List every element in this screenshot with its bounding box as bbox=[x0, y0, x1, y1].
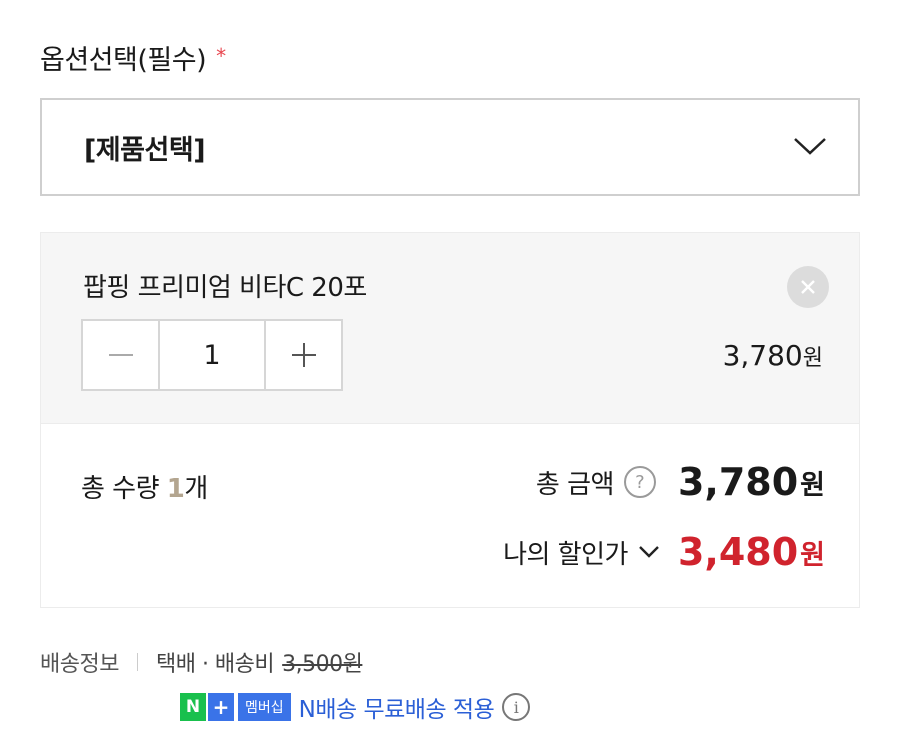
quantity-value[interactable]: 1 bbox=[158, 321, 266, 389]
total-quantity: 총 수량 1개 bbox=[81, 468, 208, 505]
total-amount-currency: 원 bbox=[800, 469, 825, 501]
product-select-value: [제품선택] bbox=[84, 134, 206, 166]
total-amount-value: 3,780 bbox=[677, 460, 799, 504]
minus-icon bbox=[108, 354, 133, 356]
plus-badge: + bbox=[208, 693, 234, 721]
item-price-value: 3,780 bbox=[722, 339, 803, 372]
total-qty-unit: 개 bbox=[184, 474, 208, 504]
info-icon[interactable]: i bbox=[502, 693, 531, 721]
chevron-down-icon bbox=[639, 546, 659, 558]
total-qty-value: 1 bbox=[166, 474, 185, 504]
naver-membership-badge: N + 멤버십 bbox=[180, 693, 291, 721]
shipping-method: 택배 · 배송비 bbox=[155, 652, 275, 677]
n-delivery-row: N + 멤버십 N배송 무료배송 적용 i bbox=[180, 690, 531, 724]
plus-icon bbox=[291, 343, 316, 367]
help-icon[interactable]: ? bbox=[623, 466, 656, 498]
quantity-stepper: 1 bbox=[81, 319, 343, 391]
increase-quantity-button[interactable] bbox=[266, 321, 341, 389]
product-select-dropdown[interactable]: [제품선택] bbox=[40, 98, 860, 196]
required-mark: * bbox=[216, 44, 226, 68]
n-badge: N bbox=[180, 693, 206, 721]
total-amount-label: 총 금액 bbox=[535, 469, 615, 500]
item-price: 3,780원 bbox=[723, 339, 823, 372]
order-total-card: 총 수량 1개 총 금액 ? 3,780 원 나의 할인가 3,480 원 bbox=[40, 424, 860, 608]
selected-item-card: 팝핑 프리미엄 비타C 20포 1 3,780원 bbox=[40, 232, 860, 424]
shipping-fee: 3,500원 bbox=[282, 652, 363, 677]
my-discount-toggle[interactable]: 나의 할인가 3,480 원 bbox=[503, 530, 825, 574]
close-icon bbox=[801, 280, 815, 294]
discount-amount-currency: 원 bbox=[800, 539, 825, 571]
option-title-text: 옵션선택(필수) bbox=[40, 45, 207, 76]
discount-amount-value: 3,480 bbox=[677, 530, 799, 574]
n-delivery-text: N배송 무료배송 적용 bbox=[298, 697, 495, 723]
total-qty-label: 총 수량 bbox=[81, 474, 167, 504]
option-section-title: 옵션선택(필수) * bbox=[40, 38, 226, 77]
chevron-down-icon bbox=[794, 138, 826, 155]
remove-item-button[interactable] bbox=[787, 266, 829, 308]
discount-label: 나의 할인가 bbox=[503, 539, 628, 570]
decrease-quantity-button[interactable] bbox=[83, 321, 158, 389]
item-name: 팝핑 프리미엄 비타C 20포 bbox=[83, 273, 367, 303]
membership-badge-label: 멤버십 bbox=[238, 693, 291, 721]
shipping-info-row: 배송정보 택배 · 배송비 3,500원 bbox=[40, 646, 363, 678]
divider bbox=[136, 653, 138, 671]
total-amount-row: 총 금액 ? 3,780 원 bbox=[536, 460, 825, 504]
shipping-label: 배송정보 bbox=[40, 652, 119, 677]
item-price-currency: 원 bbox=[802, 346, 823, 371]
